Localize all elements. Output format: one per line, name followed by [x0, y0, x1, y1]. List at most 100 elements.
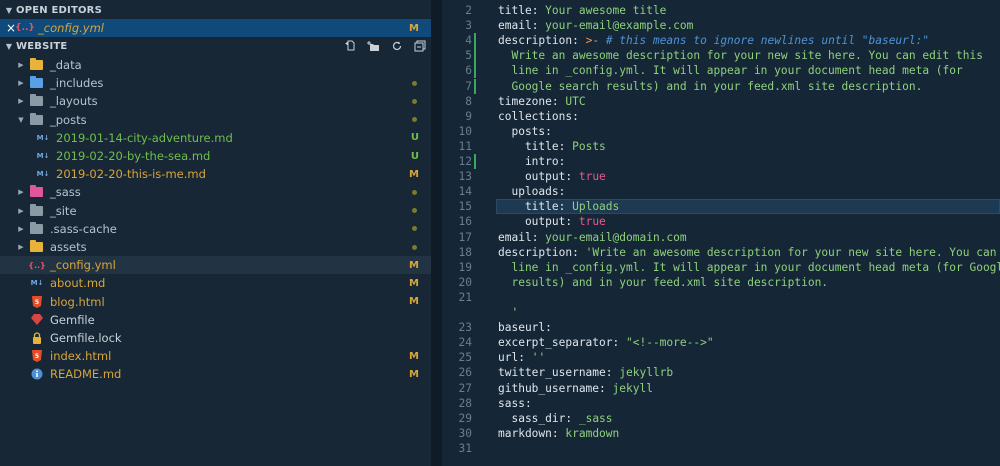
code-line[interactable]: 19 line in _config.yml. It will appear i… [442, 260, 1000, 275]
folder-item[interactable]: ▶ _layouts [0, 92, 431, 110]
code-line[interactable]: 24 excerpt_separator: "<!--more-->" [442, 335, 1000, 350]
code-token: '' [531, 351, 546, 365]
code-text: line in _config.yml. It will appear in y… [498, 63, 962, 78]
file-item[interactable]: M↓ about.md M [0, 274, 431, 292]
code-token: title [498, 4, 532, 17]
yaml-file-icon: {..} [15, 23, 35, 33]
line-number: 23 [458, 321, 472, 335]
line-number: 6 [465, 64, 472, 78]
code-line[interactable]: ' [442, 305, 1000, 320]
code-text: Google search results) and in your feed.… [498, 79, 922, 94]
code-line[interactable]: 11 title: Posts [442, 139, 1000, 154]
code-line[interactable]: 18 description: 'Write an awesome descrip… [442, 245, 1000, 260]
code-line[interactable]: 28 sass: [442, 396, 1000, 411]
chevron-right-icon[interactable]: ▶ [16, 243, 26, 251]
code-line[interactable]: 15 title: Uploads [442, 199, 1000, 215]
code-line[interactable]: 8 timezone: UTC [442, 94, 1000, 109]
code-text: title: Posts [498, 139, 606, 154]
chevron-right-icon[interactable]: ▶ [16, 79, 26, 87]
line-number: 20 [458, 275, 472, 289]
file-label: Gemfile.lock [50, 331, 122, 345]
code-line[interactable]: 12 intro: [442, 154, 1000, 169]
code-token: posts [498, 124, 546, 138]
code-line[interactable]: 30 markdown: kramdown [442, 426, 1000, 441]
code-token: : [551, 426, 566, 440]
folder-item[interactable]: ▶ _data [0, 56, 431, 74]
chevron-down-icon[interactable]: ▼ [16, 116, 26, 124]
code-line[interactable]: 9 collections: [442, 109, 1000, 124]
file-item[interactable]: M↓ 2019-02-20-this-is-me.md M [0, 165, 431, 183]
code-line[interactable]: 17 email: your-email@domain.com [442, 230, 1000, 245]
new-folder-icon[interactable] [362, 37, 385, 55]
code-token: url [498, 351, 519, 365]
chevron-right-icon[interactable]: ▶ [16, 188, 26, 196]
code-line[interactable]: 10 posts: [442, 124, 1000, 139]
file-item[interactable]: Gemfile [0, 311, 431, 329]
git-status-badge: M [409, 296, 419, 308]
code-line[interactable]: 6 line in _config.yml. It will appear in… [442, 63, 1000, 79]
code-line[interactable]: 21 [442, 290, 1000, 305]
code-line[interactable]: 23 baseurl: [442, 320, 1000, 335]
code-line[interactable]: 13 output: true [442, 169, 1000, 184]
file-label: Gemfile [50, 312, 95, 327]
code-line[interactable]: 20 results) and in your feed.xml site de… [442, 275, 1000, 290]
file-item[interactable]: Gemfile.lock [0, 329, 431, 347]
open-editors-header[interactable]: ▼ OPEN EDITORS [0, 1, 431, 19]
explorer-sidebar: ▼ OPEN EDITORS × {..} _config.yml M ▼ WEBSI… [0, 0, 431, 466]
file-item[interactable]: {..} _config.yml M [0, 256, 431, 275]
file-item[interactable]: 5 index.html M [0, 347, 431, 365]
code-token: results) and in your feed.xml site descr… [498, 275, 829, 289]
folder-item[interactable]: ▶ _site [0, 202, 431, 220]
file-item[interactable]: M↓ 2019-01-14-city-adventure.md U [0, 129, 431, 147]
folder-item[interactable]: ▼ _posts [0, 111, 431, 129]
code-line[interactable]: 27 github_username: jekyll [442, 381, 1000, 396]
git-change-marker [474, 63, 476, 79]
code-line[interactable]: 25 url: '' [442, 350, 1000, 365]
folder-label: _site [50, 203, 77, 218]
file-item[interactable]: M↓ 2019-02-20-by-the-sea.md U [0, 147, 431, 165]
folder-item[interactable]: ▶ assets [0, 238, 431, 256]
code-line[interactable]: 14 uploads: [442, 184, 1000, 199]
file-item[interactable]: README.md M [0, 365, 431, 383]
code-line[interactable]: 3 email: your-email@example.com [442, 18, 1000, 33]
chevron-right-icon[interactable]: ▶ [16, 225, 26, 233]
code-token: jekyll [612, 381, 653, 395]
line-number: 25 [458, 351, 472, 365]
code-token: github_username [498, 381, 600, 395]
code-token: Google search results) and in your feed.… [498, 79, 923, 93]
line-number: 11 [458, 139, 472, 153]
code-line[interactable]: 7 Google search results) and in your fee… [442, 78, 1000, 94]
folder-item[interactable]: ▶ .sass-cache [0, 220, 431, 238]
chevron-right-icon[interactable]: ▶ [16, 207, 26, 215]
code-line[interactable]: 31 [442, 441, 1000, 456]
chevron-right-icon[interactable]: ▶ [16, 61, 26, 69]
open-editor-item[interactable]: × {..} _config.yml M [0, 19, 431, 37]
code-line[interactable]: 29 sass_dir: _sass [442, 411, 1000, 426]
code-token: >- [585, 34, 600, 48]
code-editor[interactable]: 2 title: Your awesome title 3 email: your-e… [442, 0, 1000, 466]
folder-item[interactable]: ▶ _includes [0, 74, 431, 92]
modified-dot-indicator [412, 117, 417, 123]
code-token: ' [498, 306, 519, 319]
folder-item[interactable]: ▶ _sass [0, 183, 431, 201]
refresh-icon[interactable] [385, 37, 408, 55]
code-line[interactable]: 26 twitter_username: jekyllrb [442, 365, 1000, 380]
explorer-toolbar [339, 37, 431, 55]
chevron-right-icon[interactable]: ▶ [16, 97, 26, 105]
collapse-all-icon[interactable] [408, 37, 431, 55]
code-line[interactable]: 16 output: true [442, 214, 1000, 229]
file-label: README.md [50, 367, 122, 382]
git-change-marker [474, 33, 476, 49]
file-item[interactable]: 5 blog.html M [0, 293, 431, 311]
code-line[interactable]: 5 Write an awesome description for your … [442, 48, 1000, 64]
code-line[interactable]: 4 description: >- # this means to ignore … [442, 33, 1000, 49]
website-header[interactable]: ▼ WEBSITE [0, 37, 431, 55]
code-text: email: your-email@domain.com [498, 230, 687, 245]
new-file-icon[interactable] [339, 37, 362, 55]
file-label: 2019-02-20-this-is-me.md [56, 167, 206, 182]
line-number: 14 [458, 185, 472, 199]
open-editors-title: OPEN EDITORS [16, 4, 102, 16]
code-token: : [558, 155, 566, 168]
code-line[interactable]: 2 title: Your awesome title [442, 3, 1000, 18]
